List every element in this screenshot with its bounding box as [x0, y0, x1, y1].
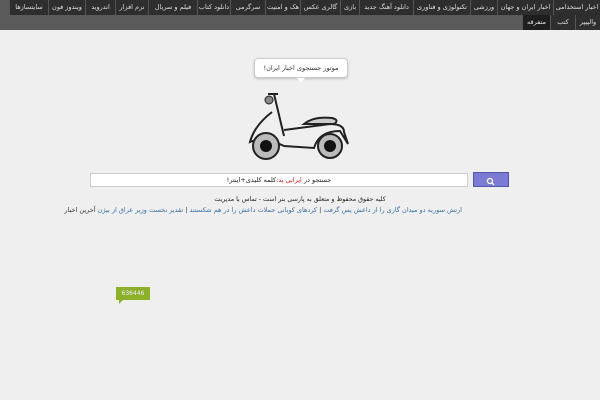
- nav-item[interactable]: سرگرمی: [230, 0, 265, 15]
- nav-item[interactable]: اخبار استخدامی: [553, 0, 600, 15]
- nav-item[interactable]: دانلود کتاب: [197, 0, 230, 15]
- nav-item[interactable]: فیلم و سریال: [148, 0, 197, 15]
- nav-item[interactable]: گالری عکس: [300, 0, 340, 15]
- nav-item[interactable]: اخبار ایران و جهان: [497, 0, 553, 15]
- news-link[interactable]: ارتش سوریه دو میدان گازی را از داعش پس گ…: [323, 206, 462, 214]
- nav-item[interactable]: تکنولوژی و فناوری: [413, 0, 470, 15]
- search-input[interactable]: جستجو در ایرانی پد:کلمه کلیدی+اینتر!: [90, 173, 468, 187]
- scooter-logo: [248, 93, 349, 160]
- tagline-bubble: موتور جستجوی اخبار ایران!: [254, 58, 348, 82]
- nav-item[interactable]: سایتسازها: [9, 0, 48, 15]
- nav-item[interactable]: اندروید: [85, 0, 115, 15]
- nav-item[interactable]: نرم افزار: [115, 0, 148, 15]
- top-nav: اخبار استخدامی اخبار ایران و جهان ورزشی تکن…: [0, 0, 600, 30]
- news-link[interactable]: کردهای کوبانی حملات داعش را در هم شکستند: [189, 206, 317, 214]
- news-link[interactable]: تقدیر نخست وزیر عراق از بیژن: [98, 206, 183, 214]
- search-icon: [486, 177, 495, 186]
- news-ticker: ارتش سوریه دو میدان گازی را از داعش پس گ…: [64, 206, 462, 214]
- nav-item[interactable]: دانلود آهنگ جدید: [359, 0, 413, 15]
- nav-item[interactable]: ویندوز فون: [48, 0, 85, 15]
- search-prefix: جستجو در: [301, 176, 332, 184]
- news-label: آخرین اخبار: [64, 206, 96, 214]
- search-button[interactable]: [473, 172, 509, 187]
- nav-item[interactable]: هک و امنیت: [265, 0, 300, 15]
- nav-item[interactable]: متفرقه: [522, 15, 550, 30]
- nav-item[interactable]: ورزشی: [470, 0, 497, 15]
- nav-item[interactable]: بازی: [340, 0, 359, 15]
- search-site: ایرانی پد: [278, 176, 302, 184]
- nav-item[interactable]: کتب: [550, 15, 575, 30]
- search-suffix: :کلمه کلیدی+اینتر!: [226, 176, 279, 184]
- copyright-text: کلیه حقوق محفوظ و متعلق به پارسی بنر است…: [214, 196, 386, 203]
- nav-item[interactable]: والپیپر: [575, 15, 600, 30]
- visit-counter: 636446: [116, 287, 150, 304]
